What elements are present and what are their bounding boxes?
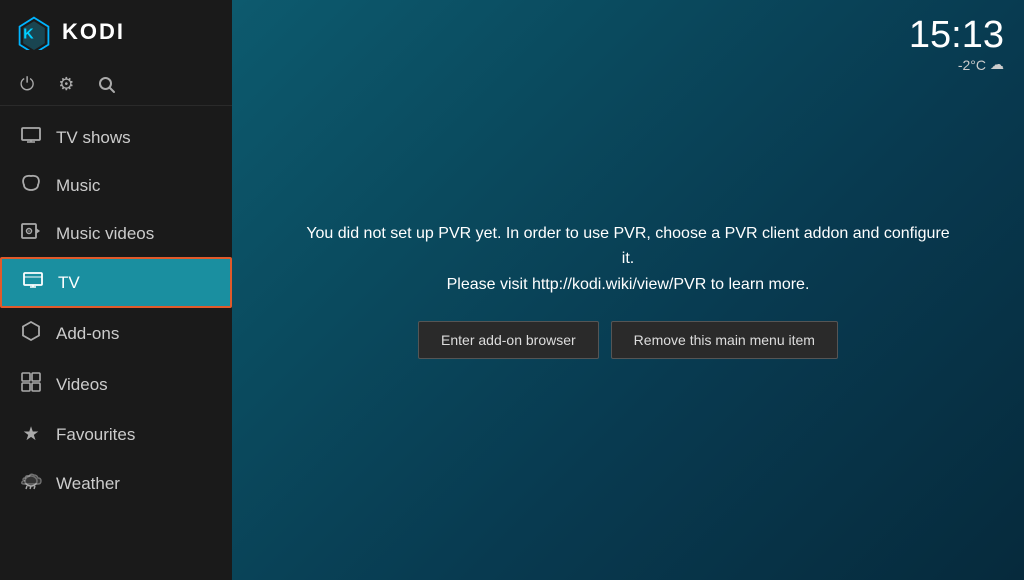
settings-button[interactable]: ⚙ bbox=[58, 74, 74, 95]
sidebar-item-tv[interactable]: TV bbox=[0, 257, 232, 308]
sidebar-nav: TV shows Music Music vide bbox=[0, 106, 232, 580]
tv-shows-label: TV shows bbox=[56, 128, 131, 148]
pvr-message-line1: You did not set up PVR yet. In order to … bbox=[306, 225, 949, 268]
favourites-label: Favourites bbox=[56, 425, 135, 445]
pvr-message: You did not set up PVR yet. In order to … bbox=[298, 221, 958, 298]
sidebar-item-weather[interactable]: Weather bbox=[0, 459, 232, 508]
tv-label: TV bbox=[58, 273, 80, 293]
sidebar-header: K KODI bbox=[0, 0, 232, 64]
clock: 15:13 bbox=[909, 16, 1004, 54]
addons-label: Add-ons bbox=[56, 324, 119, 344]
sidebar-item-addons[interactable]: Add-ons bbox=[0, 308, 232, 359]
music-icon bbox=[20, 174, 42, 197]
sidebar-item-music-videos[interactable]: Music videos bbox=[0, 210, 232, 257]
weather-icon bbox=[20, 472, 42, 495]
pvr-content-box: You did not set up PVR yet. In order to … bbox=[278, 201, 978, 380]
search-button[interactable] bbox=[98, 76, 116, 94]
favourites-icon: ★ bbox=[20, 423, 42, 446]
sidebar-item-favourites[interactable]: ★ Favourites bbox=[0, 410, 232, 459]
sidebar-item-music[interactable]: Music bbox=[0, 161, 232, 210]
weather-status: -2°C ☁ bbox=[909, 56, 1004, 73]
weather-label: Weather bbox=[56, 474, 120, 494]
main-content: 15:13 -2°C ☁ You did not set up PVR yet.… bbox=[232, 0, 1024, 580]
music-videos-icon bbox=[20, 223, 42, 244]
videos-icon bbox=[20, 372, 42, 397]
sidebar-item-tv-shows[interactable]: TV shows bbox=[0, 114, 232, 161]
sidebar-item-videos[interactable]: Videos bbox=[0, 359, 232, 410]
time-display: 15:13 -2°C ☁ bbox=[909, 16, 1004, 73]
videos-label: Videos bbox=[56, 375, 108, 395]
remove-menu-item-button[interactable]: Remove this main menu item bbox=[611, 321, 838, 359]
music-label: Music bbox=[56, 176, 100, 196]
sidebar: K KODI ⏻ ⚙ TV shows bbox=[0, 0, 232, 580]
svg-text:K: K bbox=[23, 26, 34, 42]
power-button[interactable]: ⏻ bbox=[20, 74, 34, 95]
music-videos-label: Music videos bbox=[56, 224, 154, 244]
app-title: KODI bbox=[62, 19, 125, 45]
pvr-message-line2: Please visit http://kodi.wiki/view/PVR t… bbox=[447, 276, 810, 293]
enter-addon-browser-button[interactable]: Enter add-on browser bbox=[418, 321, 599, 359]
tv-shows-icon bbox=[20, 127, 42, 148]
cloud-icon: ☁ bbox=[990, 56, 1004, 73]
pvr-buttons: Enter add-on browser Remove this main me… bbox=[298, 321, 958, 359]
addons-icon bbox=[20, 321, 42, 346]
sidebar-toolbar: ⏻ ⚙ bbox=[0, 64, 232, 106]
temperature: -2°C bbox=[958, 57, 986, 73]
kodi-logo-icon: K bbox=[16, 14, 52, 50]
tv-icon bbox=[22, 272, 44, 293]
